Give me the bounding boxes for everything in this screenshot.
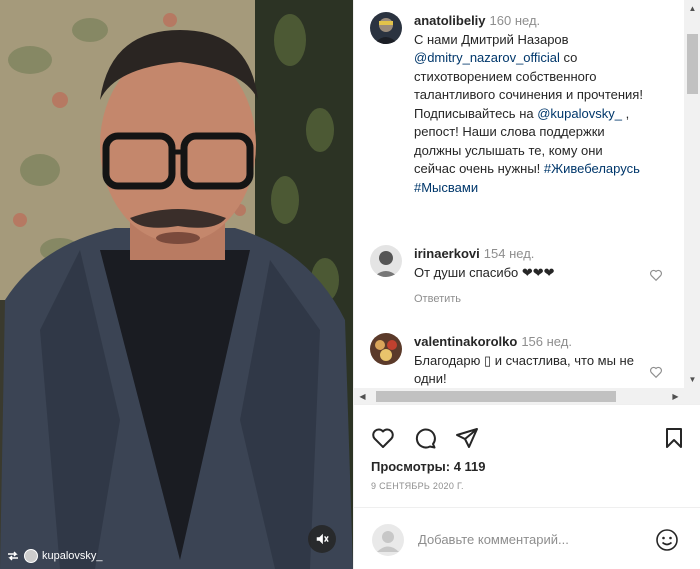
caption-text: anatolibeliy 160 нед. С нами Дмитрий Наза… xyxy=(414,12,646,197)
comment-input[interactable] xyxy=(418,528,648,550)
caption-part: С нами Дмитрий Назаров xyxy=(414,31,569,47)
mute-button[interactable] xyxy=(308,525,336,553)
repost-handle: kupalovsky_ xyxy=(42,550,103,562)
reply-button[interactable]: Ответить xyxy=(414,290,646,309)
emoji-icon[interactable] xyxy=(655,528,679,552)
post-details-panel: anatolibeliy 160 нед. С нами Дмитрий Наза… xyxy=(353,0,700,569)
views-count[interactable]: Просмотры: 4 119 xyxy=(371,459,486,474)
post-time[interactable]: 160 нед. xyxy=(490,13,541,28)
commenter-avatar[interactable] xyxy=(370,245,402,277)
video-frame xyxy=(0,0,353,569)
vertical-scrollbar[interactable]: ▲ ▼ xyxy=(684,0,700,388)
bookmark-icon xyxy=(666,428,682,448)
scroll-left-icon[interactable]: ◀ xyxy=(354,388,371,405)
repost-icon xyxy=(8,551,18,561)
comment-time[interactable]: 156 нед. xyxy=(521,334,572,349)
paper-plane-icon xyxy=(456,428,478,448)
post-actions-bar xyxy=(354,420,700,460)
current-user-avatar xyxy=(372,524,404,556)
comment-bubble-icon xyxy=(415,428,436,449)
post-date[interactable]: 9 СЕНТЯБРЬ 2020 Г. xyxy=(371,481,464,491)
comment-body: От души спасибо ❤❤❤ xyxy=(414,264,555,280)
scrollbar-thumb[interactable] xyxy=(376,391,616,402)
heart-icon xyxy=(372,428,394,448)
mention-link[interactable]: @kupalovsky_ xyxy=(537,106,622,121)
repost-avatar xyxy=(24,549,38,563)
author-avatar[interactable] xyxy=(370,12,402,44)
like-comment-icon[interactable] xyxy=(649,365,663,379)
commenter-username[interactable]: valentinakorolko xyxy=(414,334,517,349)
scroll-down-icon[interactable]: ▼ xyxy=(684,371,700,388)
video-player[interactable]: kupalovsky_ xyxy=(0,0,353,569)
comment-button[interactable] xyxy=(411,424,439,452)
add-comment-bar xyxy=(354,507,700,569)
commenter-username[interactable]: irinaerkovi xyxy=(414,246,480,261)
comment-item: irinaerkovi 154 нед. От души спасибо ❤❤❤ … xyxy=(370,245,646,309)
comment-body: Благодарю ▯ и счастлива, что мы не одни! xyxy=(414,352,634,387)
scroll-right-icon[interactable]: ▶ xyxy=(667,388,684,405)
repost-credit: kupalovsky_ xyxy=(6,549,103,563)
scrollbar-thumb[interactable] xyxy=(687,34,698,94)
comment-text: irinaerkovi 154 нед. От души спасибо ❤❤❤ … xyxy=(414,245,646,309)
author-username[interactable]: anatolibeliy xyxy=(414,13,486,28)
comment-time[interactable]: 154 нед. xyxy=(484,246,535,261)
speaker-muted-icon xyxy=(316,533,329,545)
share-button[interactable] xyxy=(453,424,481,452)
post-caption: anatolibeliy 160 нед. С нами Дмитрий Наза… xyxy=(370,12,646,197)
scroll-up-icon[interactable]: ▲ xyxy=(684,0,700,17)
comments-scroll-area[interactable]: anatolibeliy 160 нед. С нами Дмитрий Наза… xyxy=(354,0,700,388)
comment-text: valentinakorolko 156 нед. Благодарю ▯ и с… xyxy=(414,333,646,388)
commenter-avatar[interactable] xyxy=(370,333,402,365)
mention-link[interactable]: @dmitry_nazarov_official xyxy=(414,50,560,65)
like-button[interactable] xyxy=(369,424,397,452)
comment-item: valentinakorolko 156 нед. Благодарю ▯ и с… xyxy=(370,333,646,388)
hashtag-link[interactable]: #Живебеларусь xyxy=(544,161,640,176)
like-comment-icon[interactable] xyxy=(649,268,663,282)
horizontal-scrollbar[interactable]: ◀ ▶ xyxy=(354,388,700,405)
hashtag-link[interactable]: #Мысвами xyxy=(414,180,478,195)
save-button[interactable] xyxy=(660,424,688,452)
